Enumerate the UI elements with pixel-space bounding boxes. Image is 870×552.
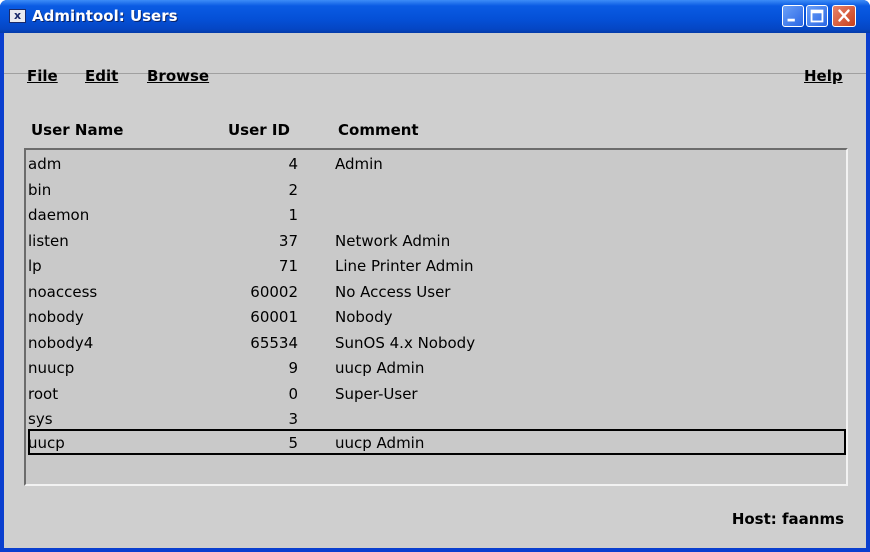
column-header-user-id[interactable]: User ID (228, 121, 290, 139)
users-list[interactable]: adm 4 Admin bin 2 daemon 1 listen 37 Net… (24, 148, 848, 486)
column-header-comment[interactable]: Comment (338, 121, 419, 139)
user-id-cell: 0 (288, 385, 298, 403)
user-name-cell: noaccess (28, 283, 98, 301)
user-name-cell: adm (28, 155, 62, 173)
user-name-cell: lp (28, 257, 42, 275)
user-name-cell: sys (28, 410, 53, 428)
table-row[interactable]: noaccess 60002 No Access User (28, 280, 846, 304)
minimize-button[interactable] (782, 5, 804, 27)
maximize-button[interactable] (806, 5, 828, 27)
minimize-icon (787, 18, 795, 22)
menu-file[interactable]: File (27, 67, 58, 85)
menu-file-label: File (27, 67, 58, 85)
user-id-cell: 2 (288, 181, 298, 199)
user-id-cell: 1 (288, 206, 298, 224)
table-row[interactable]: root 0 Super-User (28, 382, 846, 406)
user-id-cell: 60002 (250, 283, 298, 301)
admintool-app-icon[interactable]: x (9, 9, 26, 23)
comment-cell: Admin (335, 155, 383, 173)
comment-cell: SunOS 4.x Nobody (335, 334, 476, 352)
comment-cell: Super-User (335, 385, 418, 403)
table-row[interactable]: adm 4 Admin (28, 152, 846, 176)
close-icon (838, 9, 850, 22)
table-row-selected[interactable]: uucp 5 uucp Admin (28, 429, 846, 455)
user-id-cell: 65534 (250, 334, 298, 352)
user-name-cell: nobody4 (28, 334, 94, 352)
table-row[interactable]: lp 71 Line Printer Admin (28, 254, 846, 278)
menu-bar (4, 33, 866, 74)
comment-cell: Line Printer Admin (335, 257, 474, 275)
user-id-cell: 60001 (250, 308, 298, 326)
table-row[interactable]: sys 3 (28, 407, 846, 431)
user-id-cell: 37 (278, 232, 298, 250)
close-button[interactable] (832, 5, 856, 27)
user-name-cell: daemon (28, 206, 90, 224)
user-name-cell: bin (28, 181, 52, 199)
user-id-cell: 3 (288, 410, 298, 428)
user-name-cell: nuucp (28, 359, 75, 377)
user-id-cell: 5 (288, 434, 298, 452)
table-row[interactable]: nuucp 9 uucp Admin (28, 356, 846, 380)
comment-cell: No Access User (335, 283, 451, 301)
menu-edit[interactable]: Edit (85, 67, 118, 85)
menu-help[interactable]: Help (804, 67, 843, 85)
user-name-cell: nobody (28, 308, 84, 326)
comment-cell: Network Admin (335, 232, 451, 250)
table-row[interactable]: nobody 60001 Nobody (28, 305, 846, 329)
user-id-cell: 4 (288, 155, 298, 173)
user-id-cell: 9 (288, 359, 298, 377)
host-status-label: Host: faanms (731, 510, 844, 528)
menu-help-label: Help (804, 67, 843, 85)
menu-browse-label: Browse (147, 67, 210, 85)
menu-edit-label: Edit (85, 67, 119, 85)
user-id-cell: 71 (278, 257, 298, 275)
maximize-icon (810, 9, 824, 23)
menu-browse[interactable]: Browse (147, 67, 209, 85)
title-bar[interactable]: x Admintool: Users (0, 0, 870, 33)
table-row[interactable]: nobody4 65534 SunOS 4.x Nobody (28, 331, 846, 355)
comment-cell: Nobody (335, 308, 393, 326)
table-row[interactable]: listen 37 Network Admin (28, 229, 846, 253)
table-row[interactable]: bin 2 (28, 178, 846, 202)
window-title: Admintool: Users (32, 7, 178, 25)
user-name-cell: root (28, 385, 59, 403)
comment-cell: uucp Admin (335, 359, 425, 377)
table-row[interactable]: daemon 1 (28, 203, 846, 227)
user-name-cell: uucp (28, 434, 65, 452)
comment-cell: uucp Admin (335, 434, 425, 452)
column-header-user-name[interactable]: User Name (31, 121, 123, 139)
user-name-cell: listen (28, 232, 69, 250)
